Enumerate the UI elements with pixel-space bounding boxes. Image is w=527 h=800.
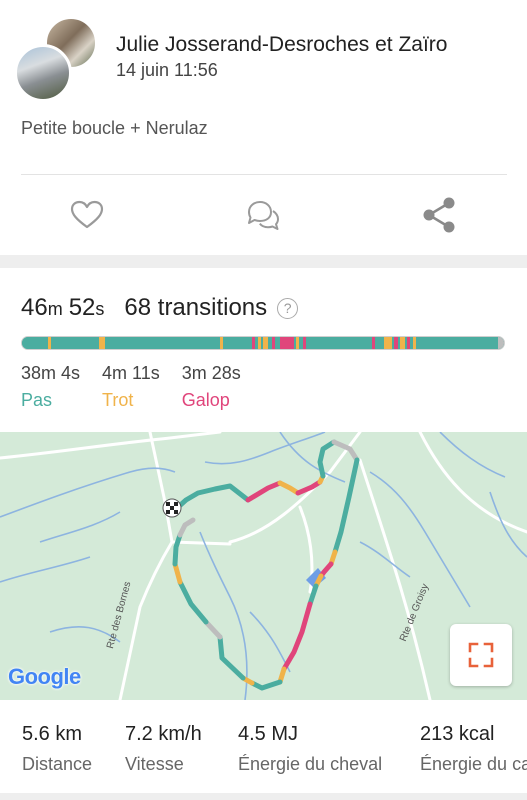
ride-summary-card: 46 m 52 s 68 transitions ? 38m 4s Pas 4m… <box>0 268 527 793</box>
like-button[interactable] <box>68 196 106 234</box>
stat-distance: 5.6 km Distance <box>22 723 92 775</box>
stat-speed: 7.2 km/h Vitesse <box>125 723 202 775</box>
gait-timeline-bar <box>21 336 505 350</box>
share-icon <box>423 197 455 233</box>
stat-label: Vitesse <box>125 754 184 774</box>
gait-duration: 4m 11s <box>102 363 160 383</box>
duration-seconds: 52 <box>68 294 96 321</box>
expand-map-button[interactable] <box>450 624 512 686</box>
rider-avatar <box>14 44 72 102</box>
avatar-group[interactable] <box>14 16 100 102</box>
help-icon[interactable]: ? <box>277 297 299 319</box>
stat-rider-energy: 213 kcal Énergie du cavalier <box>420 723 527 775</box>
duration-minutes: 46 <box>21 294 48 321</box>
gait-trot: 4m 11s Trot <box>102 363 160 411</box>
gait-duration: 38m 4s <box>21 363 81 383</box>
stat-value: 4.5 MJ <box>238 723 299 745</box>
share-button[interactable] <box>420 196 458 234</box>
gait-gallop: 3m 28s Galop <box>182 363 241 411</box>
post-description: Petite boucle + Nerulaz <box>21 118 208 138</box>
ride-stats: 5.6 km Distance 7.2 km/h Vitesse 4.5 MJ … <box>0 723 527 793</box>
duration-seconds-unit: s <box>95 299 105 319</box>
transitions-count: 68 transitions <box>124 294 268 321</box>
stat-label: Distance <box>22 754 93 774</box>
post-card: Julie Josserand-Desroches et Zaïro 14 ju… <box>0 0 527 255</box>
chat-bubbles-icon <box>248 201 279 230</box>
gait-label: Trot <box>102 390 134 410</box>
google-logo: Google <box>8 664 81 690</box>
stat-value: 213 kcal <box>420 723 495 745</box>
gait-duration: 3m 28s <box>181 363 241 383</box>
stat-label: Énergie du cavalier <box>420 754 527 774</box>
post-author[interactable]: Julie Josserand-Desroches et Zaïro <box>116 33 447 57</box>
stat-value: 5.6 km <box>22 723 83 745</box>
route-map[interactable]: Rte des Bornes Rte de Groisy Google <box>0 432 527 700</box>
google-logo-text: Google <box>8 664 81 689</box>
stat-horse-energy: 4.5 MJ Énergie du cheval <box>238 723 382 775</box>
gait-breakdown: 38m 4s Pas 4m 11s Trot 3m 28s Galop <box>21 363 263 411</box>
gait-label: Pas <box>21 390 53 410</box>
gait-timeline-svg <box>22 337 504 349</box>
comment-button[interactable] <box>244 196 282 234</box>
heart-outline-icon <box>70 200 104 229</box>
ride-summary: 46 m 52 s 68 transitions ? <box>21 294 299 322</box>
stat-value: 7.2 km/h <box>125 723 202 745</box>
checkered-flag-icon <box>162 498 182 518</box>
divider <box>21 174 507 175</box>
gait-label: Galop <box>181 390 230 410</box>
post-date: 14 juin 11:56 <box>116 60 218 80</box>
fullscreen-icon <box>468 642 494 668</box>
map-canvas <box>0 432 527 700</box>
gait-walk: 38m 4s Pas <box>21 363 80 411</box>
stat-label: Énergie du cheval <box>238 754 383 774</box>
duration-minutes-unit: m <box>47 299 63 319</box>
